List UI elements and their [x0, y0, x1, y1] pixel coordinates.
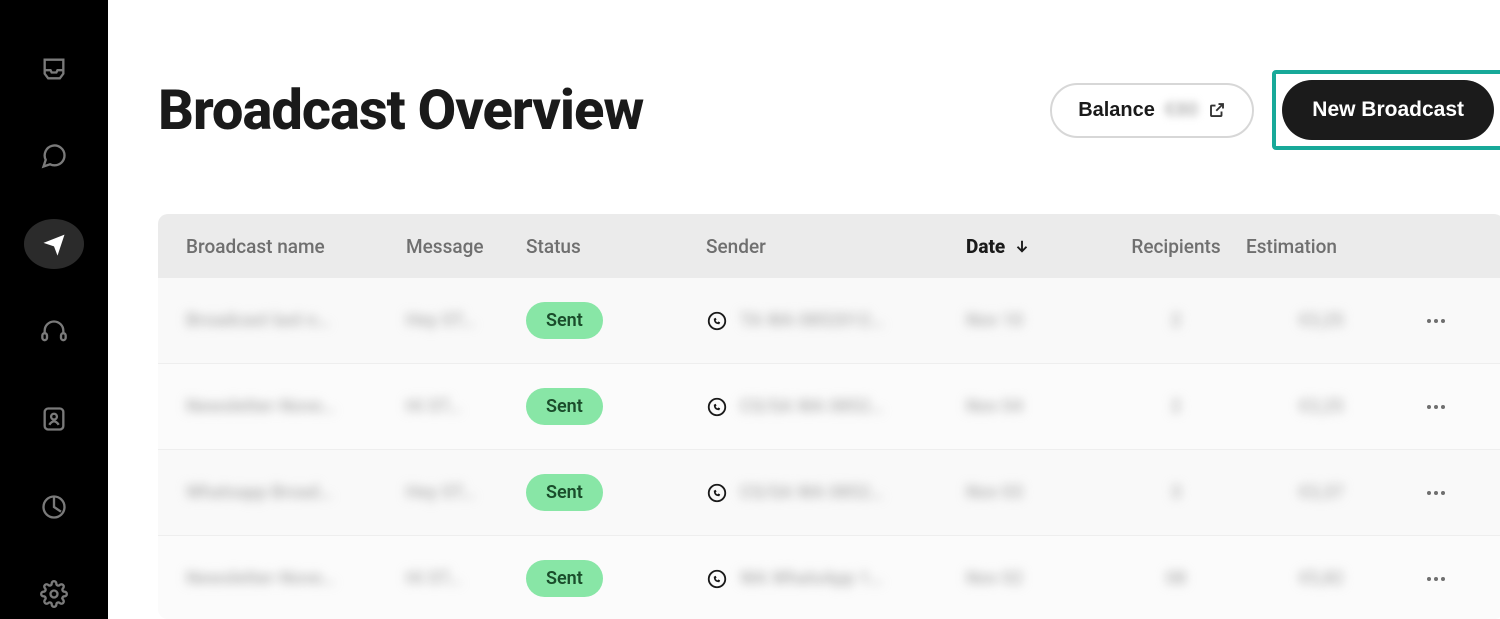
balance-value: €80 [1165, 99, 1198, 122]
table-row[interactable]: Newsletter-Nove…Hi ST…Sent CS/SA WA 0852…… [158, 364, 1500, 450]
cell-message: Hi ST… [406, 568, 526, 589]
row-actions-button[interactable] [1396, 481, 1476, 505]
contacts-icon [40, 405, 68, 433]
cell-name: Newsletter-Nove… [186, 568, 406, 589]
chat-icon [40, 142, 68, 170]
cell-date: Nov 10 [966, 310, 1106, 331]
nav-support[interactable] [24, 307, 84, 357]
nav-inbox[interactable] [24, 44, 84, 94]
cell-message: Hey ST… [406, 482, 526, 503]
col-recipients[interactable]: Recipients [1106, 235, 1246, 258]
status-badge: Sent [526, 302, 603, 339]
whatsapp-icon [706, 568, 728, 590]
cell-estimation: €3,37 [1246, 482, 1396, 503]
broadcast-table: Broadcast name Message Status Sender Dat… [158, 214, 1500, 619]
page-header: Broadcast Overview Balance €80 New Broad… [158, 70, 1500, 150]
cell-estimation: €5,82 [1246, 568, 1396, 589]
col-date[interactable]: Date [966, 235, 1106, 258]
col-message[interactable]: Message [406, 235, 526, 258]
cell-status: Sent [526, 388, 706, 425]
table-body: Broadcast last n…Hey ST…SentTA WA 085201… [158, 278, 1500, 619]
table-row[interactable]: Whatsapp Broad…Hey ST…Sent CS/SA WA 0852…… [158, 450, 1500, 536]
cell-date: Nov 02 [966, 568, 1106, 589]
sender-text: CS/SA WA 0852… [740, 482, 883, 503]
whatsapp-icon [706, 310, 728, 332]
cell-sender: CS/SA WA 0852… [706, 482, 966, 504]
balance-label: Balance [1078, 99, 1155, 122]
cell-status: Sent [526, 302, 706, 339]
page-title: Broadcast Overview [158, 77, 643, 143]
nav-analytics[interactable] [24, 482, 84, 532]
col-name[interactable]: Broadcast name [186, 235, 406, 258]
external-link-icon [1208, 101, 1226, 119]
cell-sender: WA WhatsApp 1… [706, 568, 966, 590]
cell-sender: CS/SA WA 0852… [706, 396, 966, 418]
cell-recipients: 2 [1106, 310, 1246, 331]
cell-name: Broadcast last n… [186, 310, 406, 331]
cell-date: Nov 04 [966, 396, 1106, 417]
table-row[interactable]: Broadcast last n…Hey ST…Sent TA WA 085201… [158, 278, 1500, 364]
analytics-icon [40, 493, 68, 521]
nav-contacts[interactable] [24, 394, 84, 444]
status-badge: Sent [526, 474, 603, 511]
table-row[interactable]: Newsletter-Nove…Hi ST…Sent WA WhatsApp 1…… [158, 536, 1500, 619]
nav-chat[interactable] [24, 132, 84, 182]
cell-name: Whatsapp Broad… [186, 482, 406, 503]
cell-status: Sent [526, 560, 706, 597]
more-icon [1424, 481, 1448, 505]
sort-desc-icon [1013, 237, 1031, 255]
col-status[interactable]: Status [526, 235, 706, 258]
cell-estimation: €3,25 [1246, 396, 1396, 417]
status-badge: Sent [526, 560, 603, 597]
cell-estimation: €3,25 [1246, 310, 1396, 331]
broadcast-icon [40, 230, 68, 258]
more-icon [1424, 395, 1448, 419]
row-actions-button[interactable] [1396, 567, 1476, 591]
cell-date: Nov 03 [966, 482, 1106, 503]
sender-text: CS/SA WA 0852… [740, 396, 883, 417]
settings-icon [40, 580, 68, 608]
col-estimation[interactable]: Estimation [1246, 235, 1396, 258]
header-actions: Balance €80 New Broadcast [1050, 70, 1500, 150]
cell-message: Hey ST… [406, 310, 526, 331]
highlight-annotation: New Broadcast [1272, 70, 1500, 150]
more-icon [1424, 567, 1448, 591]
col-sender[interactable]: Sender [706, 235, 966, 258]
row-actions-button[interactable] [1396, 395, 1476, 419]
table-header: Broadcast name Message Status Sender Dat… [158, 214, 1500, 278]
nav-settings[interactable] [24, 569, 84, 619]
cell-name: Newsletter-Nove… [186, 396, 406, 417]
cell-status: Sent [526, 474, 706, 511]
cell-message: Hi ST… [406, 396, 526, 417]
balance-button[interactable]: Balance €80 [1050, 83, 1254, 138]
row-actions-button[interactable] [1396, 309, 1476, 333]
more-icon [1424, 309, 1448, 333]
support-icon [40, 318, 68, 346]
sidebar [0, 0, 108, 619]
cell-sender: TA WA 0852012… [706, 310, 966, 332]
status-badge: Sent [526, 388, 603, 425]
sender-text: TA WA 0852012… [740, 310, 884, 331]
nav-broadcast[interactable] [24, 219, 84, 269]
sender-text: WA WhatsApp 1… [740, 568, 883, 589]
new-broadcast-button[interactable]: New Broadcast [1282, 80, 1494, 140]
cell-recipients: 2 [1106, 396, 1246, 417]
whatsapp-icon [706, 396, 728, 418]
whatsapp-icon [706, 482, 728, 504]
main-content: Broadcast Overview Balance €80 New Broad… [108, 0, 1500, 619]
cell-recipients: 3 [1106, 482, 1246, 503]
col-date-label: Date [966, 235, 1005, 258]
cell-recipients: 08 [1106, 568, 1246, 589]
inbox-icon [40, 55, 68, 83]
